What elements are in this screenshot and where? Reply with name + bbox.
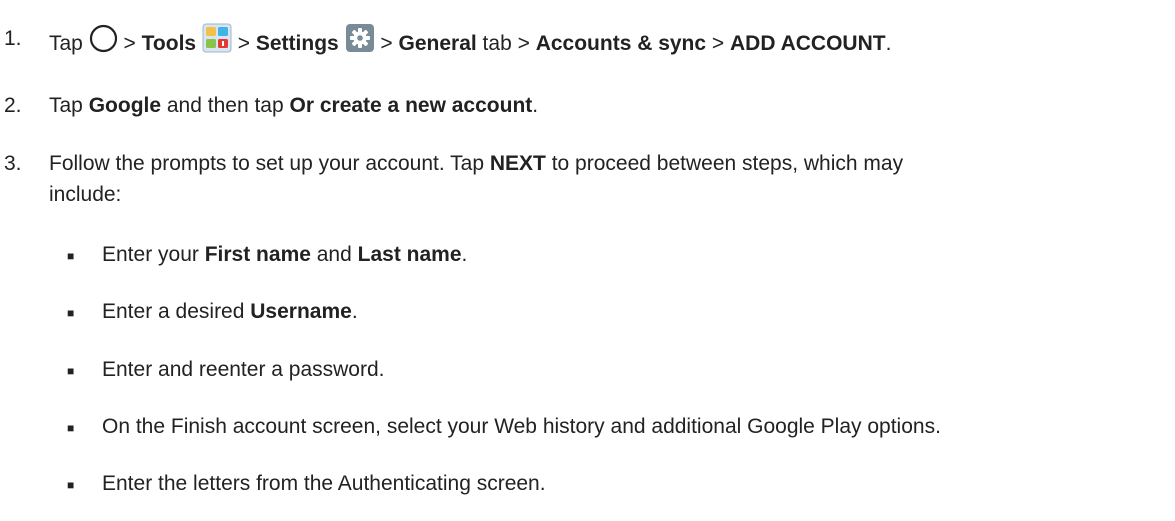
tools-folder-icon bbox=[202, 23, 232, 60]
bullet-icon: ■ bbox=[67, 306, 75, 320]
step-text: include: bbox=[49, 183, 122, 206]
settings-gear-icon bbox=[345, 23, 375, 60]
bullet-icon: ■ bbox=[67, 249, 75, 263]
bullet-icon: ■ bbox=[67, 421, 75, 435]
accounts-sync-label: Accounts & sync bbox=[535, 32, 707, 56]
bullet-icon: ■ bbox=[67, 478, 75, 492]
next-label: NEXT bbox=[489, 152, 546, 175]
step-text: Tap > Tools > Settings > General tab > A… bbox=[49, 23, 891, 63]
general-label: General bbox=[398, 32, 477, 56]
bullet-text: On the Finish account screen, select you… bbox=[102, 415, 941, 438]
add-account-label: ADD ACCOUNT bbox=[730, 32, 886, 56]
step-text: Follow the prompts to set up your accoun… bbox=[49, 152, 904, 175]
settings-label: Settings bbox=[255, 32, 339, 56]
bullet-text: Enter a desired Username. bbox=[102, 300, 358, 323]
home-circle-icon bbox=[89, 24, 118, 60]
google-label: Google bbox=[88, 94, 162, 117]
bullet-text: Enter the letters from the Authenticatin… bbox=[102, 472, 546, 495]
bullet-text: Enter your First name and Last name. bbox=[102, 243, 468, 266]
create-account-label: Or create a new account bbox=[289, 94, 533, 117]
step-number: 2. bbox=[4, 94, 22, 117]
bullet-text: Enter and reenter a password. bbox=[102, 358, 385, 381]
step-number: 3. bbox=[4, 152, 22, 175]
bullet-icon: ■ bbox=[67, 364, 75, 378]
step-text: Tap Google and then tap Or create a new … bbox=[49, 94, 539, 117]
step-number: 1. bbox=[4, 27, 22, 50]
tools-label: Tools bbox=[141, 32, 197, 56]
